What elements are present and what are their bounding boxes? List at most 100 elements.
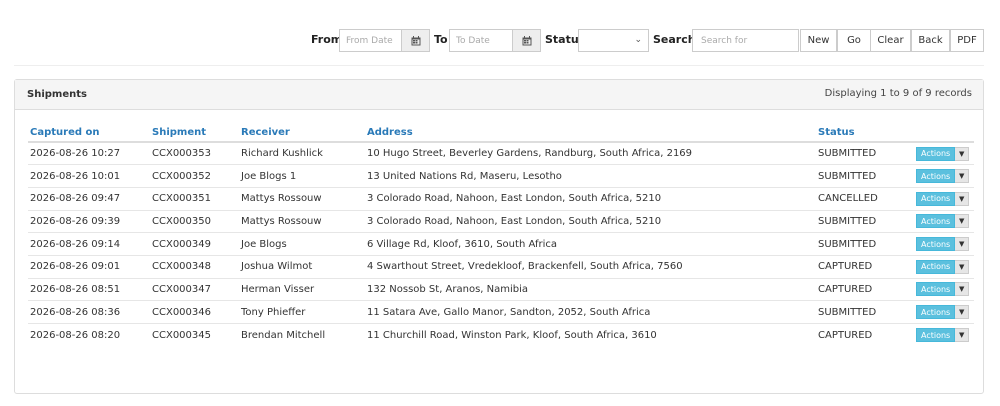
table-row: 2026-08-26 08:51 CCX000347 Herman Visser… bbox=[28, 277, 974, 301]
calendar-icon bbox=[411, 35, 420, 45]
go-button[interactable]: Go bbox=[837, 29, 871, 52]
receiver-cell: Mattys Rossouw bbox=[239, 209, 365, 233]
actions-dropdown[interactable]: Actions ▼ bbox=[916, 282, 970, 297]
captured-on-cell: 2026-08-26 09:14 bbox=[28, 232, 150, 256]
actions-cell: Actions ▼ bbox=[914, 323, 974, 347]
table-row: 2026-08-26 10:27 CCX000353 Richard Kushl… bbox=[28, 142, 974, 165]
shipment-cell: CCX000350 bbox=[150, 209, 239, 233]
shipments-table: Captured on Shipment Receiver Address St… bbox=[28, 120, 974, 347]
address-cell: 3 Colorado Road, Nahoon, East London, So… bbox=[365, 186, 816, 211]
back-button[interactable]: Back bbox=[911, 29, 950, 52]
actions-dropdown[interactable]: Actions ▼ bbox=[916, 146, 970, 161]
actions-cell: Actions ▼ bbox=[914, 186, 974, 211]
shipment-cell: CCX000345 bbox=[150, 323, 239, 347]
caret-down-icon[interactable]: ▼ bbox=[955, 237, 970, 252]
header-address[interactable]: Address bbox=[365, 120, 816, 143]
actions-cell: Actions ▼ bbox=[914, 300, 974, 324]
record-count: Displaying 1 to 9 of 9 records bbox=[824, 88, 972, 99]
caret-down-icon[interactable]: ▼ bbox=[955, 191, 970, 206]
status-cell: SUBMITTED bbox=[816, 300, 914, 324]
actions-cell: Actions ▼ bbox=[914, 277, 974, 301]
actions-cell: Actions ▼ bbox=[914, 232, 974, 256]
caret-down-icon[interactable]: ▼ bbox=[955, 214, 970, 229]
address-cell: 132 Nossob St, Aranos, Namibia bbox=[365, 277, 816, 301]
captured-on-cell: 2026-08-26 10:27 bbox=[30, 148, 121, 160]
receiver-cell: Joe Blogs bbox=[239, 232, 365, 256]
caret-down-icon[interactable]: ▼ bbox=[955, 328, 970, 343]
table-header-row: Captured on Shipment Receiver Address St… bbox=[28, 120, 974, 143]
actions-cell: Actions ▼ bbox=[914, 254, 974, 279]
receiver-cell: Brendan Mitchell bbox=[239, 323, 365, 347]
actions-button[interactable]: Actions bbox=[916, 328, 956, 343]
to-label: To bbox=[434, 33, 448, 46]
caret-down-icon[interactable]: ▼ bbox=[955, 282, 970, 297]
header-receiver[interactable]: Receiver bbox=[239, 120, 365, 143]
to-calendar-button[interactable] bbox=[512, 30, 540, 51]
address-cell: 3 Colorado Road, Nahoon, East London, So… bbox=[365, 209, 816, 233]
actions-dropdown[interactable]: Actions ▼ bbox=[916, 214, 970, 229]
from-date-field[interactable] bbox=[339, 29, 430, 52]
caret-down-icon[interactable]: ▼ bbox=[955, 259, 970, 274]
from-date-input[interactable] bbox=[340, 30, 402, 51]
captured-on-cell: 2026-08-26 08:36 bbox=[28, 300, 150, 324]
address-cell: 13 United Nations Rd, Maseru, Lesotho bbox=[365, 164, 816, 188]
caret-down-icon[interactable]: ▼ bbox=[955, 169, 970, 184]
calendar-icon bbox=[522, 35, 531, 45]
captured-on-cell: 2026-08-26 08:51 bbox=[28, 277, 150, 301]
search-input[interactable] bbox=[692, 29, 799, 52]
actions-button[interactable]: Actions bbox=[916, 305, 956, 320]
header-status[interactable]: Status bbox=[816, 120, 914, 143]
status-cell: SUBMITTED bbox=[818, 148, 877, 160]
new-button[interactable]: New bbox=[800, 29, 837, 52]
address-cell: 4 Swarthout Street, Vredekloof, Brackenf… bbox=[365, 254, 816, 279]
shipment-cell: CCX000346 bbox=[150, 300, 239, 324]
to-date-field[interactable] bbox=[449, 29, 541, 52]
receiver-cell: Joshua Wilmot bbox=[239, 254, 365, 279]
table-row: 2026-08-26 10:01 CCX000352 Joe Blogs 1 1… bbox=[28, 164, 974, 188]
from-calendar-button[interactable] bbox=[401, 30, 429, 51]
to-date-input[interactable] bbox=[450, 30, 513, 51]
shipments-panel: Shipments Displaying 1 to 9 of 9 records… bbox=[14, 79, 984, 394]
actions-dropdown[interactable]: Actions ▼ bbox=[916, 328, 970, 343]
receiver-cell: Mattys Rossouw bbox=[239, 186, 365, 211]
header-actions bbox=[914, 120, 974, 143]
actions-button[interactable]: Actions bbox=[916, 259, 956, 274]
header-captured-on[interactable]: Captured on bbox=[28, 120, 150, 143]
search-label: Search bbox=[653, 33, 696, 46]
actions-button[interactable]: Actions bbox=[916, 146, 956, 161]
toolbar-divider bbox=[14, 65, 984, 66]
status-cell: SUBMITTED bbox=[816, 164, 914, 188]
actions-dropdown[interactable]: Actions ▼ bbox=[916, 237, 970, 252]
captured-on-cell: 2026-08-26 09:47 bbox=[28, 186, 150, 211]
header-shipment[interactable]: Shipment bbox=[150, 120, 239, 143]
actions-dropdown[interactable]: Actions ▼ bbox=[916, 259, 970, 274]
table-row: 2026-08-26 09:47 CCX000351 Mattys Rossou… bbox=[28, 186, 974, 211]
status-cell: CAPTURED bbox=[816, 254, 914, 279]
status-select[interactable]: ⌄ bbox=[578, 29, 649, 52]
actions-dropdown[interactable]: Actions ▼ bbox=[916, 169, 970, 184]
receiver-cell: Joe Blogs 1 bbox=[239, 164, 365, 188]
actions-button[interactable]: Actions bbox=[916, 191, 956, 206]
actions-dropdown[interactable]: Actions ▼ bbox=[916, 191, 970, 206]
shipment-cell: CCX000353 bbox=[152, 148, 211, 160]
pdf-button[interactable]: PDF bbox=[950, 29, 984, 52]
table-row: 2026-08-26 08:20 CCX000345 Brendan Mitch… bbox=[28, 323, 974, 347]
actions-button[interactable]: Actions bbox=[916, 237, 956, 252]
status-cell: CAPTURED bbox=[816, 277, 914, 301]
actions-dropdown[interactable]: Actions ▼ bbox=[916, 305, 970, 320]
actions-cell: Actions ▼ bbox=[914, 142, 974, 165]
actions-button[interactable]: Actions bbox=[916, 282, 956, 297]
status-cell: SUBMITTED bbox=[816, 232, 914, 256]
address-cell: 6 Village Rd, Kloof, 3610, South Africa bbox=[365, 232, 816, 256]
actions-button[interactable]: Actions bbox=[916, 214, 956, 229]
receiver-cell: Tony Phieffer bbox=[239, 300, 365, 324]
shipment-cell: CCX000348 bbox=[150, 254, 239, 279]
status-cell: SUBMITTED bbox=[816, 209, 914, 233]
from-label: From bbox=[311, 33, 343, 46]
caret-down-icon[interactable]: ▼ bbox=[955, 146, 970, 161]
actions-button[interactable]: Actions bbox=[916, 169, 956, 184]
captured-on-cell: 2026-08-26 08:20 bbox=[28, 323, 150, 347]
caret-down-icon[interactable]: ▼ bbox=[955, 305, 970, 320]
receiver-cell: Richard Kushlick bbox=[241, 148, 323, 160]
clear-button[interactable]: Clear bbox=[870, 29, 911, 52]
